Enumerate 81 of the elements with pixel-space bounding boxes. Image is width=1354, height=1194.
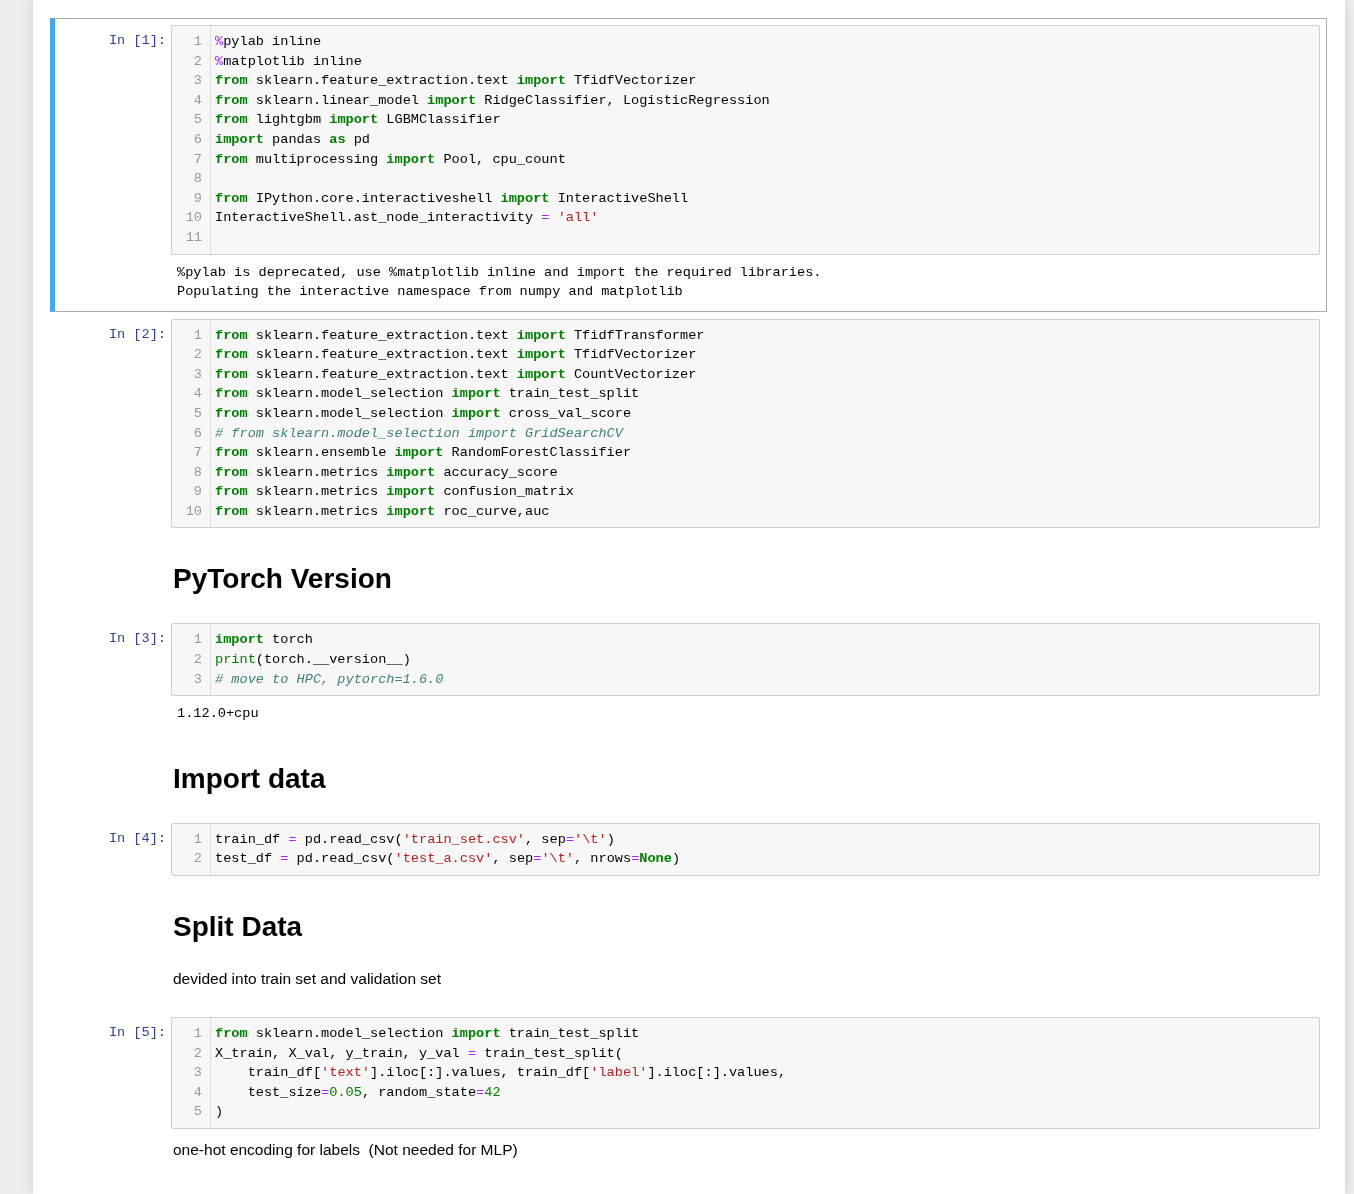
line-number: 4 — [192, 1083, 202, 1102]
code-line: from sklearn.metrics import confusion_matrix — [215, 483, 575, 502]
code-line: from lightgbm import LGBMClassifier — [215, 111, 502, 130]
section-heading: Import data — [173, 761, 326, 796]
cell-prompt: In [3]: — [108, 630, 166, 647]
cell-prompt: In [2]: — [108, 325, 166, 342]
code-line: test_df = pd.read_csv('test_a.csv', sep='\t', nrows=None) — [215, 850, 681, 869]
cell-prompt: In [1]: — [108, 32, 166, 48]
code-line: # from sklearn.model_selection import GridSearchCV — [215, 424, 625, 443]
line-number: 9 — [192, 483, 202, 502]
code-line: from sklearn.feature_extraction.text import TfidfVectorizer — [215, 346, 698, 365]
line-number: 3 — [192, 72, 202, 91]
code-editor[interactable] — [171, 1016, 1320, 1129]
line-number: 5 — [192, 1103, 202, 1122]
markdown-text: devided into train set and validation set — [173, 968, 441, 989]
code-line: ) — [215, 1103, 225, 1122]
line-number: 8 — [192, 170, 202, 189]
code-line: train_df = pd.read_csv('train_set.csv', sep='\t') — [215, 830, 616, 849]
code-line: print(torch.__version__) — [215, 651, 412, 670]
line-number: 5 — [192, 404, 202, 423]
line-number: 2 — [192, 52, 202, 71]
line-number: 4 — [192, 91, 202, 110]
line-number: 1 — [192, 33, 202, 51]
code-line: from sklearn.feature_extraction.text import TfidfVectorizer — [215, 72, 698, 91]
line-number: 3 — [192, 1064, 202, 1083]
line-number: 1 — [192, 830, 202, 849]
line-number: 1 — [192, 1024, 202, 1043]
code-line: from multiprocessing import Pool, cpu_count — [215, 150, 567, 169]
code-line: from sklearn.metrics import roc_curve,auc — [215, 502, 551, 521]
section-heading: PyTorch Version — [173, 562, 392, 597]
cell-prompt: In [4]: — [108, 829, 166, 846]
line-number: 2 — [192, 850, 202, 869]
code-cell[interactable] — [50, 18, 1327, 312]
line-number: 11 — [184, 228, 202, 247]
line-number: 3 — [192, 365, 202, 384]
code-cell[interactable]: In [4]: 1 2 train_df = pd.read_csv('train_set.csv', sep='\t') test_df = pd.read_csv('test_a.csv', sep='\t', nrows=None) — [50, 815, 1327, 882]
line-number: 7 — [192, 444, 202, 463]
line-number: 6 — [192, 130, 202, 149]
output-text: 1.12.0+cpu — [177, 705, 259, 724]
code-line: from sklearn.feature_extraction.text import CountVectorizer — [215, 365, 698, 384]
line-number: 6 — [192, 424, 202, 443]
code-line: from sklearn.metrics import accuracy_score — [215, 463, 559, 482]
code-editor[interactable] — [171, 318, 1320, 529]
section-heading: Split Data — [173, 909, 303, 944]
code-line: from sklearn.model_selection import train_test_split — [215, 385, 641, 404]
line-number: 1 — [192, 326, 202, 345]
code-editor[interactable]: 1 2 3 import torch print(torch.__version__) # move to HPC, pytorch=1.6.0 — [171, 623, 1320, 697]
code-line: %matplotlib inline — [215, 52, 363, 71]
line-number: 4 — [192, 385, 202, 404]
output-text: Populating the interactive namespace from numpy and matplotlib — [177, 283, 684, 302]
line-number: 9 — [192, 189, 202, 208]
code-line: InteractiveShell.ast_node_interactivity = 'all' — [215, 209, 600, 228]
line-number: 2 — [192, 651, 202, 670]
code-line: train_df['text'].iloc[:].values, train_df['label'].iloc[:].values, — [246, 1064, 787, 1083]
line-number: 8 — [192, 463, 202, 482]
line-number: 3 — [192, 670, 202, 689]
line-number: 2 — [192, 1044, 202, 1063]
code-line: import pandas as pd — [215, 130, 372, 149]
code-cell[interactable]: In [3]: 1 2 3 import torch print(torch.__version__) # move to HPC, pytorch=1.6.0 1.12.0+cpu — [50, 616, 1327, 734]
code-line: from sklearn.ensemble import RandomForestClassifier — [215, 444, 633, 463]
code-line: from sklearn.model_selection import train_test_split — [215, 1024, 641, 1043]
line-number: 1 — [192, 631, 202, 650]
code-line: from sklearn.model_selection import cross_val_score — [215, 404, 633, 423]
code-line: X_train, X_val, y_train, y_val = train_test_split( — [215, 1044, 624, 1063]
output-text: %pylab is deprecated, use %matplotlib inline and import the required libraries. — [177, 263, 822, 282]
code-line: import torch — [215, 631, 314, 650]
code-line: # move to HPC, pytorch=1.6.0 — [215, 670, 444, 689]
code-line: test_size=0.05, random_state=42 — [246, 1083, 502, 1102]
code-editor[interactable] — [171, 25, 1320, 255]
code-editor[interactable]: 1 2 train_df = pd.read_csv('train_set.csv', sep='\t') test_df = pd.read_csv('test_a.csv', sep='\t', nrows=None) — [171, 822, 1320, 876]
line-number: 2 — [192, 346, 202, 365]
line-number: 10 — [184, 502, 202, 521]
code-line: from IPython.core.interactiveshell import InteractiveShell — [215, 189, 690, 208]
markdown-text: one-hot encoding for labels (Not needed for MLP) — [173, 1139, 518, 1160]
line-number: 5 — [192, 111, 202, 130]
code-line: from sklearn.feature_extraction.text import TfidfTransformer — [215, 326, 705, 345]
line-number: 7 — [192, 150, 202, 169]
code-line: %pylab inline — [215, 33, 323, 51]
cell-prompt: In [5]: — [108, 1023, 166, 1040]
code-line: from sklearn.linear_model import RidgeClassifier, LogisticRegression — [215, 91, 770, 110]
line-number: 10 — [184, 209, 202, 228]
